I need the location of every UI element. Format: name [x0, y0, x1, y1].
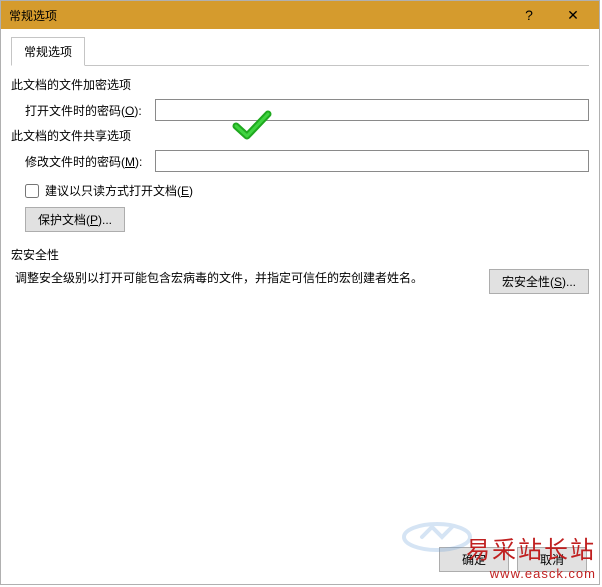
row-readonly-recommended: 建议以只读方式打开文档(E)	[25, 182, 589, 199]
close-button[interactable]: ✕	[551, 1, 595, 29]
macro-description: 调整安全级别以打开可能包含宏病毒的文件，并指定可信任的宏创建者姓名。	[15, 269, 473, 288]
bottom-bar: 确定 取消	[439, 547, 587, 572]
open-password-label: 打开文件时的密码(O):	[25, 102, 155, 119]
tabstrip: 常规选项	[11, 37, 589, 66]
help-icon: ?	[525, 7, 533, 23]
row-modify-password: 修改文件时的密码(M):	[25, 150, 589, 172]
readonly-recommended-checkbox[interactable]	[25, 184, 39, 198]
window-title: 常规选项	[9, 7, 507, 24]
readonly-recommended-label: 建议以只读方式打开文档(E)	[45, 182, 193, 199]
tab-general[interactable]: 常规选项	[11, 37, 85, 66]
ok-button[interactable]: 确定	[439, 547, 509, 572]
cancel-button[interactable]: 取消	[517, 547, 587, 572]
row-open-password: 打开文件时的密码(O):	[25, 99, 589, 121]
help-button[interactable]: ?	[507, 1, 551, 29]
section-macro-label: 宏安全性	[11, 246, 589, 263]
modify-password-input[interactable]	[155, 150, 589, 172]
macro-security-button[interactable]: 宏安全性(S)...	[489, 269, 589, 294]
section-encryption-label: 此文档的文件加密选项	[11, 76, 589, 93]
modify-password-label: 修改文件时的密码(M):	[25, 153, 155, 170]
dialog-general-options: 常规选项 ? ✕ 常规选项 此文档的文件加密选项 打开文件时的密码(O): 此文…	[0, 0, 600, 585]
titlebar: 常规选项 ? ✕	[1, 1, 599, 29]
section-sharing-label: 此文档的文件共享选项	[11, 127, 589, 144]
protect-document-button[interactable]: 保护文档(P)...	[25, 207, 125, 232]
row-macro-security: 调整安全级别以打开可能包含宏病毒的文件，并指定可信任的宏创建者姓名。 宏安全性(…	[15, 269, 589, 294]
open-password-input[interactable]	[155, 99, 589, 121]
close-icon: ✕	[567, 7, 579, 24]
dialog-body: 常规选项 此文档的文件加密选项 打开文件时的密码(O): 此文档的文件共享选项 …	[1, 29, 599, 584]
